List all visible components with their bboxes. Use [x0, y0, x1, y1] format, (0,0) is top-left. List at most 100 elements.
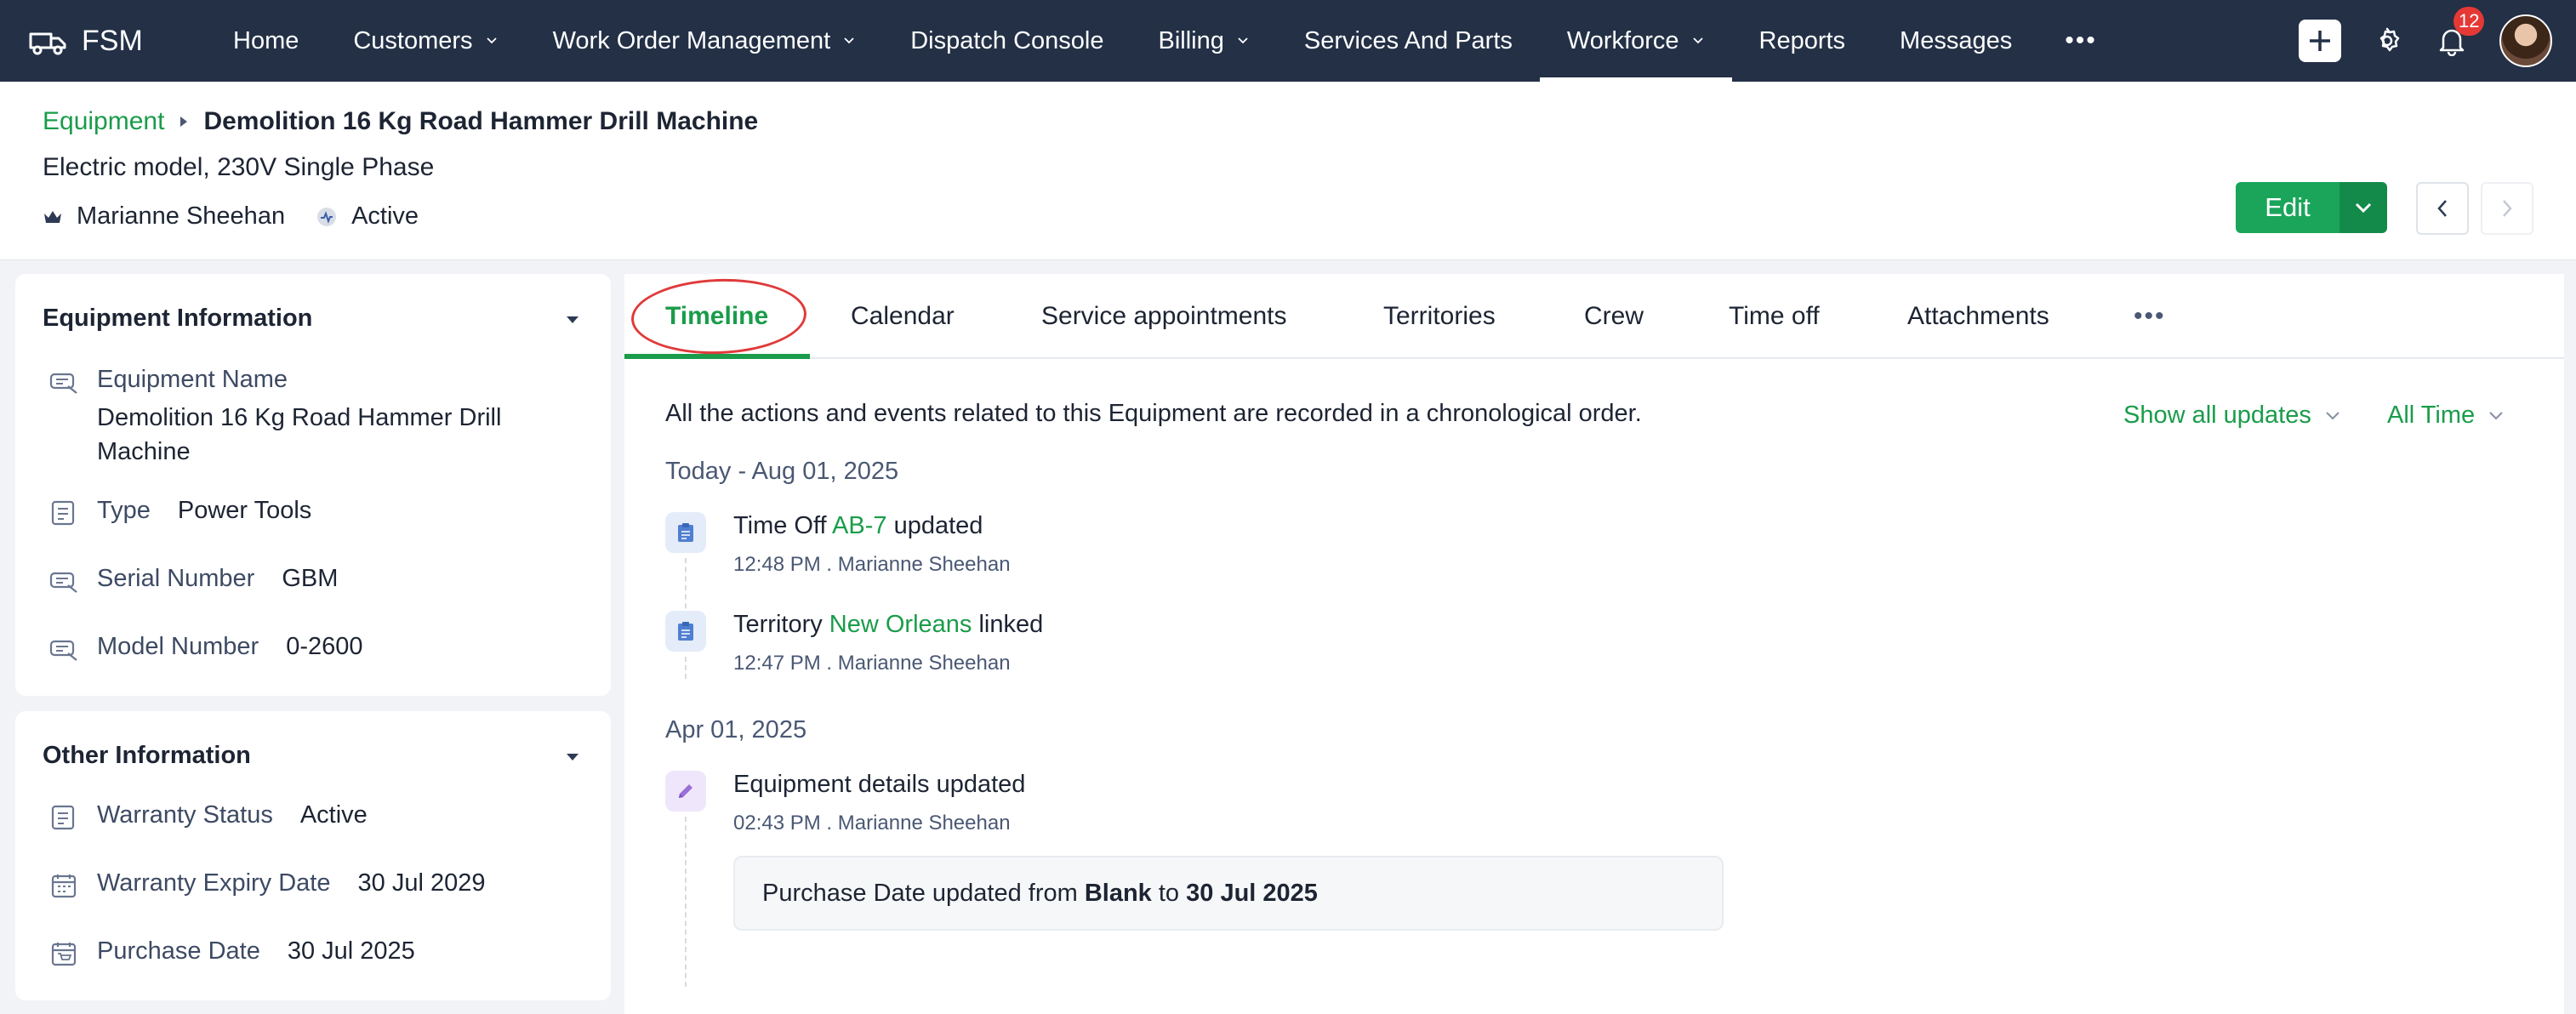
tab-time-off[interactable]: Time off [1729, 274, 1820, 359]
record-status: Active [351, 202, 419, 230]
field-value: 30 Jul 2029 [357, 869, 486, 897]
time-off-link[interactable]: AB-7 [832, 512, 886, 539]
field-label: Purchase Date [97, 937, 260, 965]
breadcrumb-equipment-link[interactable]: Equipment [43, 107, 164, 136]
notifications-button[interactable]: 12 [2435, 7, 2485, 58]
tab-crew[interactable]: Crew [1584, 274, 1644, 359]
nav-item-work-order-management[interactable]: Work Order Management [526, 0, 884, 82]
nav-item-workforce[interactable]: Workforce [1539, 0, 1732, 82]
timeline-entry-meta: 02:43 PM . Marianne Sheehan [733, 812, 1011, 835]
tab-calendar[interactable]: Calendar [851, 274, 955, 359]
timeline-connector [685, 558, 687, 618]
equipment-information-card: Equipment Information Equipment Name Dem… [15, 274, 611, 696]
chevron-down-icon [1238, 37, 1248, 44]
app-logo[interactable]: FSM [27, 24, 172, 58]
field-label: Warranty Status [97, 801, 273, 829]
nav-item-label: Customers [353, 26, 473, 54]
field-purchase-date: Purchase Date 30 Jul 2025 [49, 937, 415, 966]
next-record-button[interactable] [2481, 182, 2533, 235]
chevron-down-icon [1692, 37, 1703, 44]
notification-badge: 12 [2453, 7, 2485, 36]
main-panel: Timeline Calendar Service appointments T… [624, 274, 2564, 1014]
field-value: 0-2600 [286, 633, 363, 660]
nav-item-messages[interactable]: Messages [1872, 0, 2039, 82]
filter-label: Show all updates [2123, 402, 2311, 429]
nav-item-customers[interactable]: Customers [326, 0, 525, 82]
collapse-caret-icon[interactable] [565, 752, 580, 762]
field-model-number: Model Number 0-2600 [49, 633, 363, 662]
tab-attachments[interactable]: Attachments [1907, 274, 2049, 359]
annotation-circle [630, 276, 808, 357]
clipboard-icon [665, 512, 706, 553]
document-icon [51, 805, 75, 830]
crown-icon [44, 210, 61, 223]
caret-right-icon [180, 117, 188, 127]
status-active-icon [317, 207, 337, 226]
field-warranty-status: Warranty Status Active [49, 801, 368, 830]
chevron-left-icon [2437, 200, 2447, 217]
record-title: Demolition 16 Kg Road Hammer Drill Machi… [203, 107, 759, 135]
timeline-intro: All the actions and events related to th… [665, 400, 1642, 427]
edit-options-button[interactable] [2339, 182, 2387, 233]
settings-button[interactable] [2370, 24, 2404, 58]
field-value: Power Tools [177, 497, 312, 524]
timeline-date-heading: Apr 01, 2025 [665, 716, 807, 743]
timeline-entry-meta: 12:48 PM . Marianne Sheehan [733, 553, 1011, 576]
tab-bar: Timeline Calendar Service appointments T… [624, 274, 2564, 359]
timeline-entry-title: Equipment details updated [733, 771, 1025, 799]
collapse-caret-icon[interactable] [565, 315, 580, 325]
field-value: Active [299, 801, 368, 829]
edit-button[interactable]: Edit [2236, 182, 2339, 233]
timeline-entry-title: Time Off AB-7 updated [733, 512, 983, 540]
app-name: FSM [82, 24, 143, 57]
record-owner[interactable]: Marianne Sheehan [77, 202, 285, 231]
nav-item-label: Services And Parts [1303, 26, 1513, 54]
tab-territories[interactable]: Territories [1383, 274, 1496, 359]
gear-icon [2379, 27, 2400, 52]
entry-text: Equipment details updated [733, 771, 1026, 798]
field-label: Model Number [97, 633, 259, 660]
field-label: Equipment Name [97, 366, 288, 393]
tabs-more-button[interactable]: ••• [2134, 274, 2166, 359]
field-label: Warranty Expiry Date [97, 869, 331, 897]
nav-item-home[interactable]: Home [206, 0, 326, 82]
plus-icon [2310, 31, 2330, 51]
truck-icon [29, 32, 66, 55]
change-text: to [1151, 879, 1187, 907]
previous-record-button[interactable] [2416, 182, 2469, 235]
nav-item-label: Workforce [1566, 26, 1679, 54]
change-from-value: Blank [1084, 879, 1152, 907]
chevron-down-icon [2326, 411, 2339, 420]
nav-item-dispatch-console[interactable]: Dispatch Console [883, 0, 1131, 82]
record-header: Equipment Demolition 16 Kg Road Hammer D… [0, 82, 2576, 260]
nav-item-reports[interactable]: Reports [1732, 0, 1873, 82]
show-updates-filter[interactable]: Show all updates [2123, 402, 2340, 430]
field-warranty-expiry-date: Warranty Expiry Date 30 Jul 2029 [49, 869, 485, 898]
filter-label: All Time [2387, 402, 2476, 429]
nav-more-button[interactable]: ••• [2039, 26, 2123, 55]
nav-item-label: Reports [1758, 26, 1846, 54]
top-nav: FSM Home Customers Work Order Management Di… [0, 0, 2576, 82]
entry-text: updated [886, 512, 983, 539]
change-text: Purchase Date updated from [762, 879, 1085, 907]
time-range-filter[interactable]: All Time [2387, 402, 2504, 430]
other-information-card: Other Information Warranty Status Active… [15, 711, 611, 1000]
change-to-value: 30 Jul 2025 [1186, 879, 1318, 907]
field-label: Serial Number [97, 565, 255, 592]
timeline-connector [685, 657, 687, 679]
chevron-down-icon [844, 37, 854, 44]
timeline-entry-meta: 12:47 PM . Marianne Sheehan [733, 652, 1011, 675]
nav-item-services-and-parts[interactable]: Services And Parts [1277, 0, 1540, 82]
tag-icon [49, 572, 77, 593]
equipment-information-heading: Equipment Information [43, 305, 313, 332]
user-avatar[interactable] [2499, 14, 2552, 67]
breadcrumb: Equipment Demolition 16 Kg Road Hammer D… [43, 107, 758, 136]
timeline-entry-title: Territory New Orleans linked [733, 611, 1043, 639]
territory-link[interactable]: New Orleans [829, 611, 972, 638]
tab-service-appointments[interactable]: Service appointments [1041, 274, 1287, 359]
nav-item-billing[interactable]: Billing [1131, 0, 1277, 82]
field-equipment-name: Equipment Name Demolition 16 Kg Road Ham… [49, 366, 539, 469]
tag-icon [49, 640, 77, 661]
chevron-down-icon [486, 37, 497, 44]
quick-create-button[interactable] [2299, 20, 2341, 62]
